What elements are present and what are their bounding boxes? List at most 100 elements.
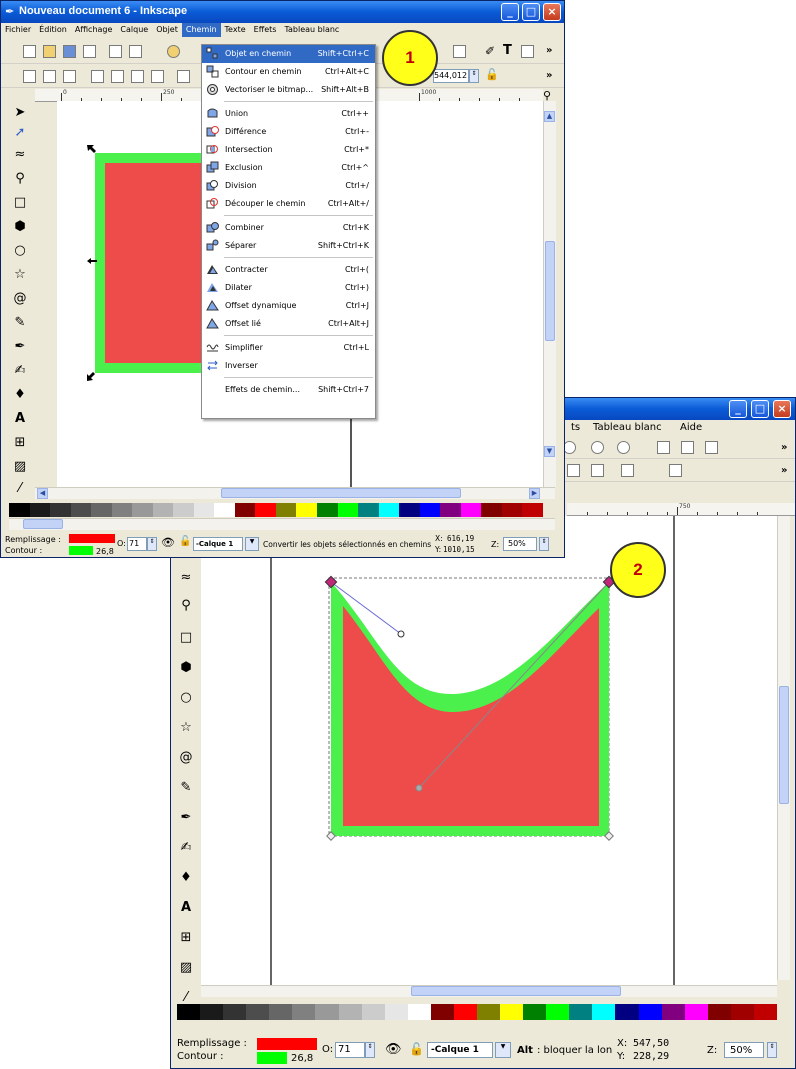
text-font-icon[interactable]: T [503, 43, 512, 58]
close-button[interactable]: × [543, 3, 561, 21]
xml-editor-icon[interactable]: ✐ [485, 44, 495, 58]
palette-swatch[interactable] [707, 1004, 731, 1020]
menu-effets-partial[interactable]: ts [567, 420, 584, 434]
menu-affichage[interactable]: Affichage [71, 23, 117, 37]
menu-item-inverser[interactable]: Inverser [202, 357, 375, 375]
layer-dropdown-icon[interactable]: ▼ [245, 537, 259, 551]
window-2-color-palette[interactable] [177, 1004, 778, 1020]
palette-swatch[interactable] [152, 503, 174, 517]
palette-swatch[interactable] [378, 503, 400, 517]
palette-swatch[interactable] [430, 1004, 454, 1020]
menu-tableau-blanc[interactable]: Tableau blanc [280, 23, 343, 37]
paint-bucket-tool-icon[interactable]: ♦ [12, 387, 28, 403]
palette-swatch[interactable] [592, 1004, 616, 1020]
layer-select[interactable]: -Calque 1 [193, 537, 243, 551]
text-tool-icon[interactable]: A [178, 900, 194, 916]
zoom-tool-icon[interactable]: ⚲ [178, 598, 194, 614]
stroke-swatch[interactable] [69, 546, 93, 555]
stroke-swatch[interactable] [257, 1052, 287, 1064]
node-curve-icon[interactable] [669, 464, 682, 477]
tweak-tool-icon[interactable]: ≈ [178, 570, 194, 586]
rectangle-tool-icon[interactable]: □ [12, 195, 28, 211]
visibility-eye-icon[interactable]: 👁 [385, 1042, 402, 1057]
save-icon[interactable] [63, 45, 76, 58]
duplicate-icon[interactable] [657, 441, 670, 454]
tweak-tool-icon[interactable]: ≈ [12, 147, 28, 163]
align-left-icon[interactable] [91, 70, 104, 83]
palette-swatch[interactable] [546, 1004, 570, 1020]
flip-vertical-icon[interactable] [151, 70, 164, 83]
palette-swatch[interactable] [234, 503, 256, 517]
scroll-left-button[interactable]: ◀ [37, 488, 48, 499]
palette-swatch[interactable] [200, 1004, 224, 1020]
menu-tableau-blanc[interactable]: Tableau blanc [589, 420, 666, 434]
star-tool-icon[interactable]: ☆ [12, 267, 28, 283]
palette-swatch[interactable] [500, 1004, 524, 1020]
toolbar-overflow-chevron-2[interactable]: » [546, 70, 552, 81]
node-break-icon[interactable] [591, 464, 604, 477]
palette-swatch[interactable] [292, 1004, 316, 1020]
palette-swatch[interactable] [50, 503, 71, 517]
palette-swatch[interactable] [255, 503, 276, 517]
node-line-icon[interactable] [621, 464, 634, 477]
menu-item-contracter[interactable]: Contracter Ctrl+( [202, 261, 375, 279]
zoom-page-icon[interactable] [617, 441, 630, 454]
window-1-titlebar[interactable]: ✒ Nouveau document 6 - Inkscape _ □ × [1, 1, 564, 23]
node-join-icon[interactable] [567, 464, 580, 477]
height-field[interactable]: 544,012 [433, 69, 469, 83]
lock-icon[interactable]: 🔓 [409, 1042, 424, 1056]
palette-swatch[interactable] [730, 1004, 754, 1020]
menu-item-intersection[interactable]: Intersection Ctrl+* [202, 141, 375, 159]
palette-swatch[interactable] [29, 503, 51, 517]
scrollbar-thumb[interactable] [545, 241, 555, 341]
scrollbar-thumb[interactable] [779, 686, 789, 804]
menu-texte[interactable]: Texte [221, 23, 250, 37]
align-center-icon[interactable] [111, 70, 124, 83]
open-icon[interactable] [43, 45, 56, 58]
window-2-vertical-scrollbar[interactable] [777, 516, 790, 980]
clone-icon[interactable] [681, 441, 694, 454]
palette-swatch[interactable] [132, 503, 153, 517]
menu-item-vectoriser-bitmap[interactable]: Vectoriser le bitmap... Shift+Alt+B [202, 81, 375, 99]
undo-icon[interactable] [167, 45, 180, 58]
toolbar-overflow-chevron-2[interactable]: » [781, 465, 787, 476]
menu-item-union[interactable]: Union Ctrl++ [202, 105, 375, 123]
menu-objet[interactable]: Objet [152, 23, 182, 37]
palette-swatch[interactable] [223, 1004, 247, 1020]
window-1-vertical-scrollbar[interactable]: ▲ ▼ [543, 101, 556, 487]
snap-bbox-icon[interactable] [23, 70, 36, 83]
pencil-tool-icon[interactable]: ✎ [12, 315, 28, 331]
palette-swatch[interactable] [9, 503, 30, 517]
palette-swatch[interactable] [337, 503, 359, 517]
palette-swatch[interactable] [275, 503, 297, 517]
palette-swatch[interactable] [246, 1004, 270, 1020]
scrollbar-thumb[interactable] [23, 519, 63, 529]
visibility-eye-icon[interactable]: 👁 [161, 536, 175, 549]
spiral-tool-icon[interactable]: @ [178, 750, 194, 766]
connector-tool-icon[interactable]: ⊞ [178, 930, 194, 946]
menu-item-difference[interactable]: Différence Ctrl+- [202, 123, 375, 141]
node-tool-icon[interactable]: ➚ [12, 125, 28, 141]
text-tool-icon[interactable]: A [12, 411, 28, 427]
scrollbar-thumb[interactable] [411, 986, 621, 996]
zoom-field[interactable]: 50% [724, 1042, 764, 1058]
menu-item-objet-en-chemin[interactable]: Objet en chemin Shift+Ctrl+C [202, 45, 375, 63]
close-button[interactable]: × [773, 400, 791, 418]
scroll-down-button[interactable]: ▼ [544, 446, 555, 457]
menu-item-exclusion[interactable]: Exclusion Ctrl+^ [202, 159, 375, 177]
pen-tool-icon[interactable]: ✒ [12, 339, 28, 355]
palette-swatch[interactable] [453, 1004, 478, 1020]
palette-swatch[interactable] [753, 1004, 778, 1020]
menu-chemin[interactable]: Chemin [181, 23, 221, 37]
node-tool-mini-icon[interactable] [453, 45, 466, 58]
menu-item-combiner[interactable]: Combiner Ctrl+K [202, 219, 375, 237]
palette-swatch[interactable] [338, 1004, 362, 1020]
menu-item-separer[interactable]: Séparer Shift+Ctrl+K [202, 237, 375, 255]
pen-tool-icon[interactable]: ✒ [178, 810, 194, 826]
palette-swatch[interactable] [638, 1004, 662, 1020]
palette-swatch[interactable] [193, 503, 215, 517]
ellipse-tool-icon[interactable]: ○ [12, 243, 28, 259]
menu-item-contour-en-chemin[interactable]: Contour en chemin Ctrl+Alt+C [202, 63, 375, 81]
palette-swatch[interactable] [173, 503, 194, 517]
rectangle-tool-icon[interactable]: □ [178, 630, 194, 646]
